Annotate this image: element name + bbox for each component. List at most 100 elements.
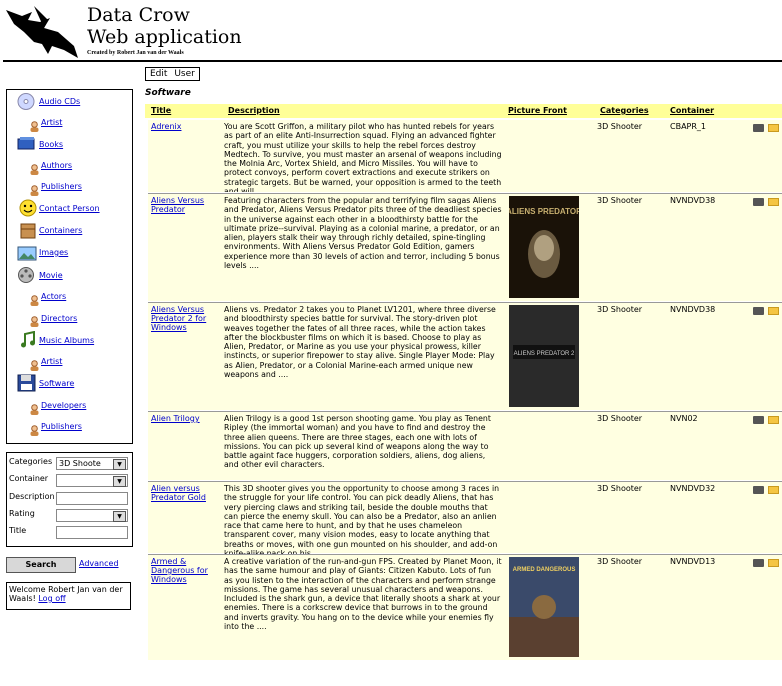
music-note-icon [19,330,38,348]
camera-icon[interactable] [753,486,764,494]
row-description: Featuring characters from the popular an… [224,196,502,271]
app-title-line1: Data Crow [87,4,190,26]
sidebar-item-music-artist[interactable]: Artist [41,357,62,366]
cover-image: ALIENS PREDATOR [509,196,579,298]
sidebar-item-books[interactable]: Books [39,140,63,149]
title-label: Title [9,526,27,535]
rating-select[interactable]: ▼ [56,509,128,522]
folder-icon[interactable] [768,124,779,132]
sidebar-item-music-albums[interactable]: Music Albums [39,336,94,345]
row-description: You are Scott Griffon, a military pilot … [224,122,502,192]
table-row[interactable]: Alien versus Predator Gold This 3D shoot… [148,482,782,554]
table-row[interactable]: Aliens Versus Predator Featuring charact… [148,194,782,301]
chevron-down-icon[interactable]: ▼ [113,511,126,522]
cover-title-text: ALIENS PREDATOR [509,207,579,216]
container-select[interactable]: ▼ [56,474,128,487]
cover-image: ALIENS PREDATOR 2 [509,305,579,407]
app-title: Data Crow Web application [87,4,242,48]
camera-icon[interactable] [753,307,764,315]
row-category: 3D Shooter [597,484,643,493]
person-icon [29,117,40,132]
cd-icon [17,93,36,110]
row-container: NVN02 [670,414,698,423]
sidebar-item-publishers[interactable]: Publishers [41,182,82,191]
chevron-down-icon[interactable]: ▼ [113,476,126,487]
description-label: Description [9,492,55,501]
person-icon [29,421,40,436]
logoff-link[interactable]: Log off [38,594,65,603]
row-category: 3D Shooter [597,414,643,423]
sidebar-nav: Audio CDs Artist Books Authors Publisher… [6,89,133,444]
camera-icon[interactable] [753,198,764,206]
row-description: This 3D shooter gives you the opportunit… [224,484,500,554]
container-label: Container [9,474,49,483]
table-row[interactable]: Alien Trilogy Alien Trilogy is a good 1s… [148,412,782,480]
column-title[interactable]: Title [151,106,171,115]
row-title-link[interactable]: Aliens Versus Predator 2 for Windows [151,305,221,332]
camera-icon[interactable] [753,124,764,132]
row-description: A creative variation of the run-and-gun … [224,557,502,632]
images-icon [17,245,37,262]
row-category: 3D Shooter [597,557,643,566]
column-picture-front[interactable]: Picture Front [508,106,567,115]
app-title-line2: Web application [87,26,242,48]
description-input[interactable] [56,492,128,505]
sidebar-item-software-publishers[interactable]: Publishers [41,422,82,431]
sidebar-item-directors[interactable]: Directors [41,314,77,323]
folder-icon[interactable] [768,198,779,206]
search-button[interactable]: Search [6,557,76,573]
sidebar-item-software[interactable]: Software [39,379,74,388]
row-title-link[interactable]: Alien versus Predator Gold [151,484,221,502]
row-title-link[interactable]: Aliens Versus Predator [151,196,221,214]
sidebar-item-movie[interactable]: Movie [39,271,63,280]
row-title-link[interactable]: Adrenix [151,122,221,131]
categories-select[interactable]: 3D Shoote ▼ [56,457,128,470]
row-container: NVNDVD32 [670,484,716,493]
row-category: 3D Shooter [597,305,643,314]
sidebar-item-actors[interactable]: Actors [41,292,66,301]
folder-icon[interactable] [768,486,779,494]
row-title-link[interactable]: Alien Trilogy [151,414,221,423]
cover-image: ARMED DANGEROUS [509,557,579,657]
sidebar-item-images[interactable]: Images [39,248,68,257]
folder-icon[interactable] [768,559,779,567]
column-container[interactable]: Container [670,106,714,115]
menu-user[interactable]: User [172,69,197,79]
sidebar-item-containers[interactable]: Containers [39,226,82,235]
movie-reel-icon [17,266,36,283]
books-icon [17,136,36,153]
row-description: Alien Trilogy is a good 1st person shoot… [224,414,491,470]
advanced-search-link[interactable]: Advanced [79,559,119,568]
person-icon [29,356,40,371]
sidebar-item-authors[interactable]: Authors [41,161,72,170]
row-description: Aliens vs. Predator 2 takes you to Plane… [224,305,496,380]
folder-icon[interactable] [768,307,779,315]
person-icon [29,160,40,175]
sidebar-item-audio-artist[interactable]: Artist [41,118,62,127]
column-categories[interactable]: Categories [600,106,649,115]
filter-panel: Categories 3D Shoote ▼ Container ▼ Descr… [6,452,133,547]
cover-title-text: ARMED DANGEROUS [513,567,576,573]
chevron-down-icon[interactable]: ▼ [113,459,126,470]
app-credit: Created by Robert Jan van der Waals [87,50,184,56]
folder-icon[interactable] [768,416,779,424]
row-container: NVNDVD38 [670,196,716,205]
title-input[interactable] [56,526,128,539]
sidebar-item-contact-person[interactable]: Contact Person [39,204,100,213]
person-icon [29,400,40,415]
app-header: Data Crow Web application Created by Rob… [0,0,782,62]
row-title-link[interactable]: Armed & Dangerous for Windows [151,557,221,584]
row-category: 3D Shooter [597,122,643,131]
sidebar-item-developers[interactable]: Developers [41,401,86,410]
camera-icon[interactable] [753,416,764,424]
table-row[interactable]: Adrenix You are Scott Griffon, a militar… [148,120,782,192]
column-description[interactable]: Description [228,106,280,115]
welcome-box: Welcome Robert Jan van der Waals! Log of… [6,582,131,610]
menu-edit[interactable]: Edit [148,69,169,79]
camera-icon[interactable] [753,559,764,567]
table-row[interactable]: Armed & Dangerous for Windows A creative… [148,555,782,660]
person-icon [29,181,40,196]
person-icon [29,291,40,306]
sidebar-item-audio-cds[interactable]: Audio CDs [39,97,80,106]
table-row[interactable]: Aliens Versus Predator 2 for Windows Ali… [148,303,782,410]
